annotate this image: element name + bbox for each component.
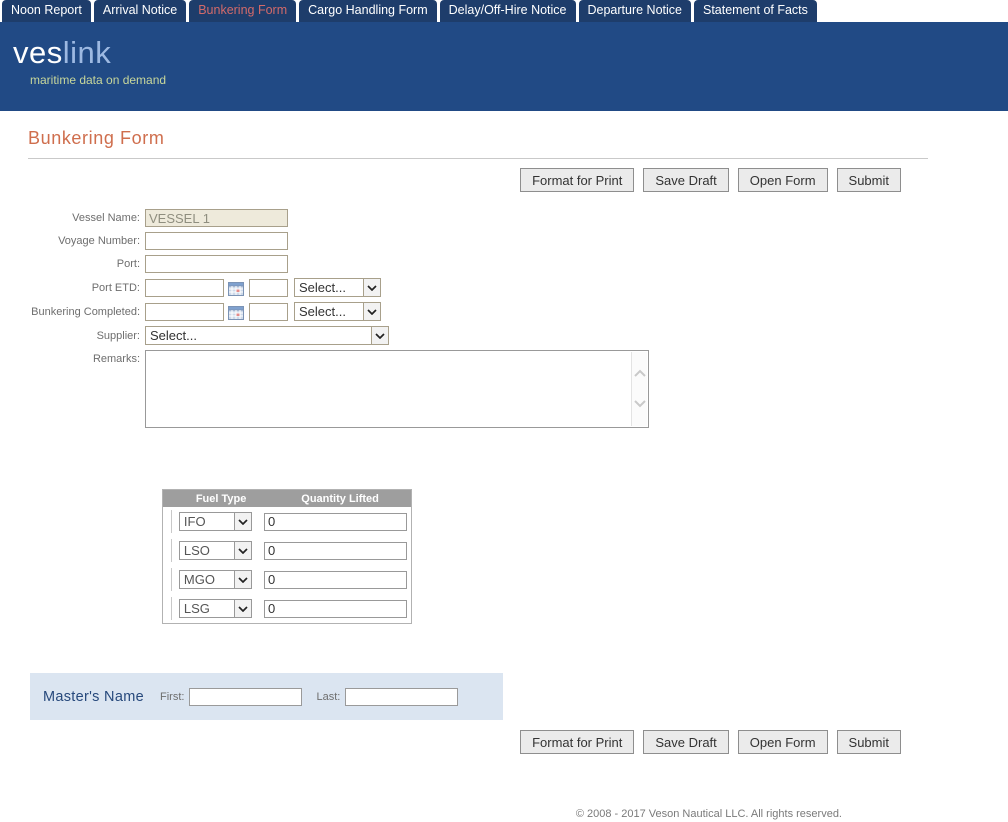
fuel-type-value: MGO bbox=[180, 572, 234, 587]
save-draft-button[interactable]: Save Draft bbox=[643, 168, 728, 192]
port-row: Port: bbox=[28, 255, 928, 273]
fuel-type-select-4[interactable]: LSG bbox=[179, 599, 252, 618]
tab-delay-off-hire-notice[interactable]: Delay/Off-Hire Notice bbox=[440, 0, 576, 22]
fuel-type-value: IFO bbox=[180, 514, 234, 529]
port-etd-zone-select[interactable]: Select... bbox=[294, 278, 381, 297]
supplier-label: Supplier: bbox=[28, 327, 145, 345]
port-etd-time-field[interactable] bbox=[249, 279, 288, 297]
supplier-select[interactable]: Select... bbox=[145, 326, 389, 345]
format-for-print-button[interactable]: Format for Print bbox=[520, 730, 634, 754]
quantity-lifted-field-2[interactable] bbox=[264, 542, 407, 560]
row-handle bbox=[163, 539, 172, 562]
bunkering-form: Vessel Name: Voyage Number: Port: Port E… bbox=[28, 209, 928, 428]
vessel-name-label: Vessel Name: bbox=[28, 209, 145, 227]
row-handle bbox=[163, 510, 172, 533]
fuel-type-select-2[interactable]: LSO bbox=[179, 541, 252, 560]
logo-ves: ves bbox=[13, 35, 63, 70]
bunkering-completed-row: Bunkering Completed: Select... bbox=[28, 302, 928, 321]
chevron-down-icon bbox=[234, 513, 251, 530]
port-field[interactable] bbox=[145, 255, 288, 273]
chevron-down-icon bbox=[234, 600, 251, 617]
fuel-table-header: Fuel Type Quantity Lifted bbox=[163, 490, 411, 507]
bunkering-completed-time-field[interactable] bbox=[249, 303, 288, 321]
quantity-lifted-field-4[interactable] bbox=[264, 600, 407, 618]
fuel-type-select-3[interactable]: MGO bbox=[179, 570, 252, 589]
table-row: IFO bbox=[163, 507, 411, 536]
supplier-row: Supplier: Select... bbox=[28, 326, 928, 345]
table-row: LSO bbox=[163, 536, 411, 565]
vessel-name-field[interactable] bbox=[145, 209, 288, 227]
tab-noon-report[interactable]: Noon Report bbox=[2, 0, 91, 22]
form-tabbar: Noon Report Arrival Notice Bunkering For… bbox=[0, 0, 1008, 22]
bunkering-completed-zone-value: Select... bbox=[295, 304, 363, 319]
copyright-text: © 2008 - 2017 Veson Nautical LLC. All ri… bbox=[28, 808, 842, 820]
logo-link: link bbox=[63, 35, 112, 70]
voyage-number-label: Voyage Number: bbox=[28, 232, 145, 250]
fuel-type-select-1[interactable]: IFO bbox=[179, 512, 252, 531]
row-handle bbox=[163, 568, 172, 591]
voyage-number-field[interactable] bbox=[145, 232, 288, 250]
scroll-up-icon bbox=[634, 369, 646, 377]
remarks-row: Remarks: bbox=[28, 350, 928, 428]
port-etd-label: Port ETD: bbox=[28, 279, 145, 297]
masters-name-section: Master's Name First: Last: bbox=[30, 673, 503, 720]
logo-tagline: maritime data on demand bbox=[30, 73, 1008, 87]
open-form-button[interactable]: Open Form bbox=[738, 730, 828, 754]
remarks-scrollbar[interactable] bbox=[631, 352, 647, 426]
masters-name-title: Master's Name bbox=[43, 689, 160, 705]
fuel-type-value: LSO bbox=[180, 543, 234, 558]
quantity-lifted-header: Quantity Lifted bbox=[269, 493, 411, 505]
open-form-button[interactable]: Open Form bbox=[738, 168, 828, 192]
chevron-down-icon bbox=[234, 571, 251, 588]
first-name-field[interactable] bbox=[189, 688, 302, 706]
app-header: veslink maritime data on demand bbox=[0, 22, 1008, 111]
bunkering-completed-zone-select[interactable]: Select... bbox=[294, 302, 381, 321]
submit-button[interactable]: Submit bbox=[837, 730, 901, 754]
remarks-label: Remarks: bbox=[28, 350, 145, 368]
vessel-name-row: Vessel Name: bbox=[28, 209, 928, 227]
toolbar-top: Format for Print Save Draft Open Form Su… bbox=[28, 168, 901, 192]
fuel-type-header: Fuel Type bbox=[163, 493, 269, 505]
save-draft-button[interactable]: Save Draft bbox=[643, 730, 728, 754]
chevron-down-icon bbox=[371, 327, 388, 344]
chevron-down-icon bbox=[234, 542, 251, 559]
calendar-icon[interactable] bbox=[228, 305, 244, 320]
tab-arrival-notice[interactable]: Arrival Notice bbox=[94, 0, 186, 22]
tab-statement-of-facts[interactable]: Statement of Facts bbox=[694, 0, 817, 22]
port-label: Port: bbox=[28, 255, 145, 273]
format-for-print-button[interactable]: Format for Print bbox=[520, 168, 634, 192]
port-etd-date-field[interactable] bbox=[145, 279, 224, 297]
port-etd-zone-value: Select... bbox=[295, 280, 363, 295]
toolbar-bottom: Format for Print Save Draft Open Form Su… bbox=[28, 730, 901, 754]
quantity-lifted-field-1[interactable] bbox=[264, 513, 407, 531]
submit-button[interactable]: Submit bbox=[837, 168, 901, 192]
tab-bunkering-form[interactable]: Bunkering Form bbox=[189, 0, 296, 22]
fuel-table: Fuel Type Quantity Lifted IFO LSO bbox=[162, 489, 412, 624]
chevron-down-icon bbox=[363, 303, 380, 320]
first-name-label: First: bbox=[160, 691, 184, 703]
table-row: MGO bbox=[163, 565, 411, 594]
quantity-lifted-field-3[interactable] bbox=[264, 571, 407, 589]
table-row: LSG bbox=[163, 594, 411, 623]
port-etd-row: Port ETD: Select... bbox=[28, 278, 928, 297]
tab-cargo-handling-form[interactable]: Cargo Handling Form bbox=[299, 0, 437, 22]
scroll-down-icon bbox=[634, 400, 646, 408]
tab-departure-notice[interactable]: Departure Notice bbox=[579, 0, 692, 22]
calendar-icon[interactable] bbox=[228, 281, 244, 296]
remarks-textarea[interactable] bbox=[145, 350, 649, 428]
fuel-type-value: LSG bbox=[180, 601, 234, 616]
last-name-field[interactable] bbox=[345, 688, 458, 706]
chevron-down-icon bbox=[363, 279, 380, 296]
bunkering-completed-label: Bunkering Completed: bbox=[28, 303, 145, 321]
page-title: Bunkering Form bbox=[28, 128, 928, 159]
last-name-label: Last: bbox=[316, 691, 340, 703]
voyage-number-row: Voyage Number: bbox=[28, 232, 928, 250]
supplier-value: Select... bbox=[146, 328, 371, 343]
row-handle bbox=[163, 597, 172, 620]
veslink-logo: veslink bbox=[13, 35, 1008, 71]
bunkering-completed-date-field[interactable] bbox=[145, 303, 224, 321]
